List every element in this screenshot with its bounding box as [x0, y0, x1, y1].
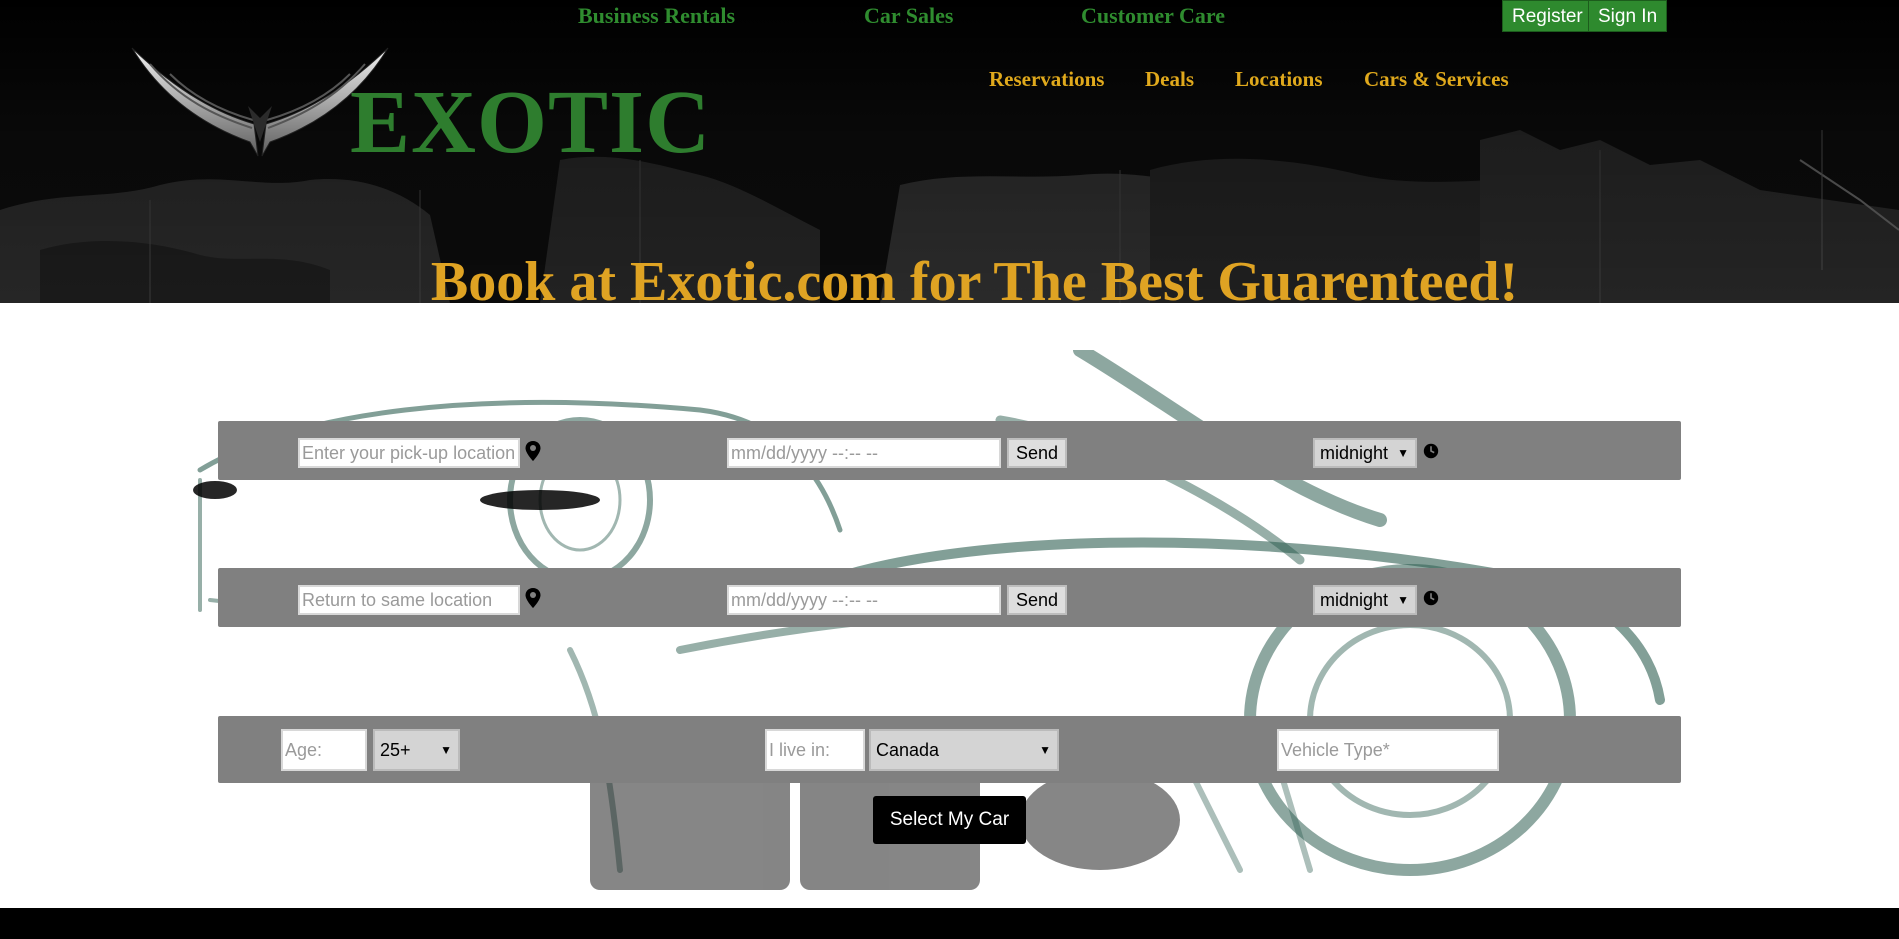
slogan-heading: Book at Exotic.com for The Best Guarente… — [430, 251, 1519, 303]
clock-icon[interactable] — [1423, 441, 1439, 461]
chevron-down-icon: ▼ — [1397, 446, 1409, 460]
return-send-button[interactable]: Send — [1007, 585, 1068, 615]
pickup-location-input[interactable] — [298, 438, 520, 468]
site-footer — [0, 908, 1899, 939]
nav-deals[interactable]: Deals — [1145, 67, 1194, 92]
details-bar: 25+ ▼ Canada ▼ — [218, 716, 1681, 783]
chevron-down-icon: ▼ — [1397, 593, 1409, 607]
pickup-time-value: midnight — [1320, 443, 1389, 463]
site-header: Business Rentals Car Sales Customer Care… — [0, 0, 1899, 303]
map-marker-icon[interactable] — [525, 441, 541, 461]
pickup-datetime-input[interactable] — [727, 438, 1001, 468]
map-marker-icon[interactable] — [525, 588, 541, 608]
chevron-down-icon: ▼ — [440, 743, 452, 757]
customer-care-link[interactable]: Customer Care — [1081, 3, 1225, 29]
sign-in-button[interactable]: Sign In — [1588, 0, 1668, 32]
pickup-time-select[interactable]: midnight ▼ — [1313, 438, 1417, 468]
register-button[interactable]: Register — [1502, 0, 1593, 32]
country-label-input[interactable] — [765, 729, 865, 771]
age-select-value: 25+ — [380, 740, 411, 760]
pickup-bar: Send midnight ▼ — [218, 421, 1681, 480]
chevron-down-icon: ▼ — [1039, 743, 1051, 757]
pickup-send-button[interactable]: Send — [1007, 438, 1068, 468]
select-my-car-button[interactable]: Select My Car — [873, 796, 1026, 844]
return-location-input[interactable] — [298, 585, 520, 615]
clock-icon[interactable] — [1423, 588, 1439, 608]
nav-reservations[interactable]: Reservations — [989, 67, 1104, 92]
return-time-value: midnight — [1320, 590, 1389, 610]
age-input[interactable] — [281, 729, 367, 771]
country-select[interactable]: Canada ▼ — [869, 729, 1059, 771]
return-time-select[interactable]: midnight ▼ — [1313, 585, 1417, 615]
age-select[interactable]: 25+ ▼ — [373, 729, 460, 771]
vehicle-type-input[interactable] — [1277, 729, 1499, 771]
return-datetime-input[interactable] — [727, 585, 1001, 615]
car-sales-link[interactable]: Car Sales — [864, 3, 953, 29]
return-bar: Send midnight ▼ — [218, 568, 1681, 627]
business-rentals-link[interactable]: Business Rentals — [578, 3, 735, 29]
nav-cars-services[interactable]: Cars & Services — [1364, 67, 1509, 92]
nav-locations[interactable]: Locations — [1235, 67, 1323, 92]
logo-text: EXOTIC — [350, 73, 712, 172]
country-select-value: Canada — [876, 740, 940, 760]
